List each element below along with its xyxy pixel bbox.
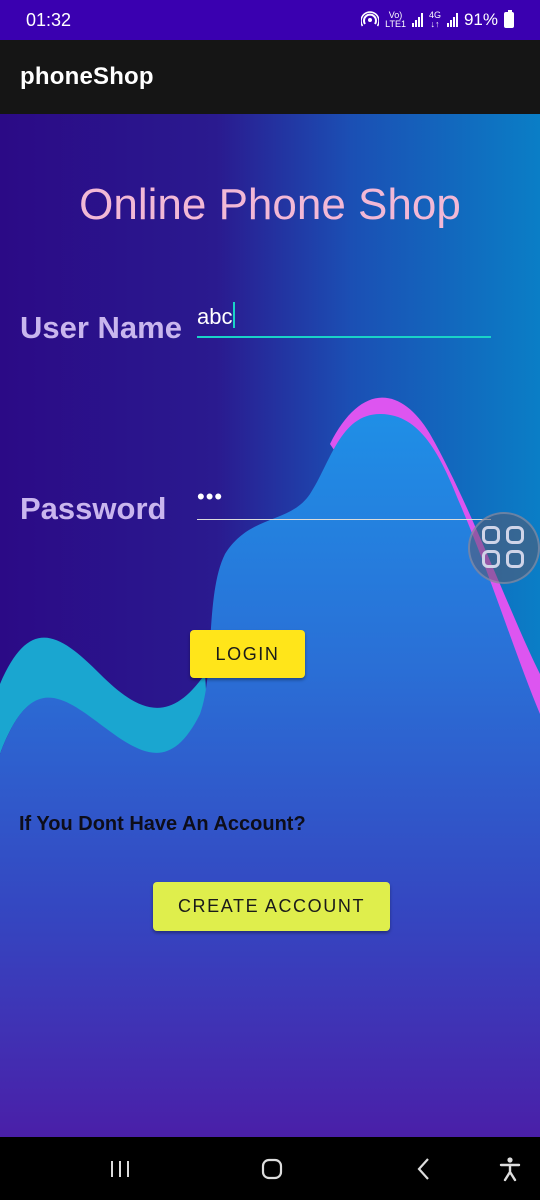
no-account-hint: If You Dont Have An Account? [19, 813, 306, 835]
app-bar: phoneShop [0, 40, 540, 114]
signal-icon-2 [446, 13, 458, 27]
back-button[interactable] [384, 1137, 464, 1200]
login-button[interactable]: LOGIN [190, 630, 305, 678]
app-title: phoneShop [20, 63, 154, 90]
home-icon [261, 1158, 283, 1179]
volte-indicator: Vo) LTE1 [385, 11, 406, 29]
volte-bottom: LTE1 [385, 19, 406, 29]
recents-button[interactable] [80, 1137, 160, 1200]
username-input[interactable]: abc [197, 302, 491, 338]
password-input[interactable]: ••• [197, 484, 491, 520]
net-4g-bottom: ↓↑ [430, 19, 440, 29]
battery-icon [504, 10, 514, 28]
password-label: Password [20, 491, 167, 526]
accessibility-button[interactable] [470, 1137, 540, 1200]
status-time: 01:32 [26, 9, 72, 30]
text-caret [233, 302, 236, 328]
create-account-button[interactable]: CREATE ACCOUNT [153, 882, 390, 931]
page-headline: Online Phone Shop [79, 180, 461, 229]
accessibility-icon [499, 1156, 521, 1181]
username-label: User Name [20, 310, 182, 345]
signal-icon [411, 13, 423, 27]
hotspot-icon [361, 11, 380, 27]
username-value: abc [197, 304, 233, 329]
system-nav-bar [0, 1137, 540, 1200]
status-icons: Vo) LTE1 4G ↓↑ 91% [361, 10, 514, 30]
recents-icon [111, 1160, 129, 1177]
back-icon [417, 1157, 429, 1180]
status-bar: 01:32 Vo) LTE1 4G ↓↑ 91% [0, 0, 540, 40]
floating-apps-button[interactable] [468, 512, 540, 584]
network-4g-indicator: 4G ↓↑ [429, 11, 441, 29]
home-button[interactable] [232, 1137, 312, 1200]
background-waves [0, 397, 540, 1137]
password-value: ••• [197, 484, 224, 509]
login-screen: Online Phone Shop User Name abc Password… [0, 114, 540, 1137]
battery-percent: 91% [463, 10, 498, 29]
